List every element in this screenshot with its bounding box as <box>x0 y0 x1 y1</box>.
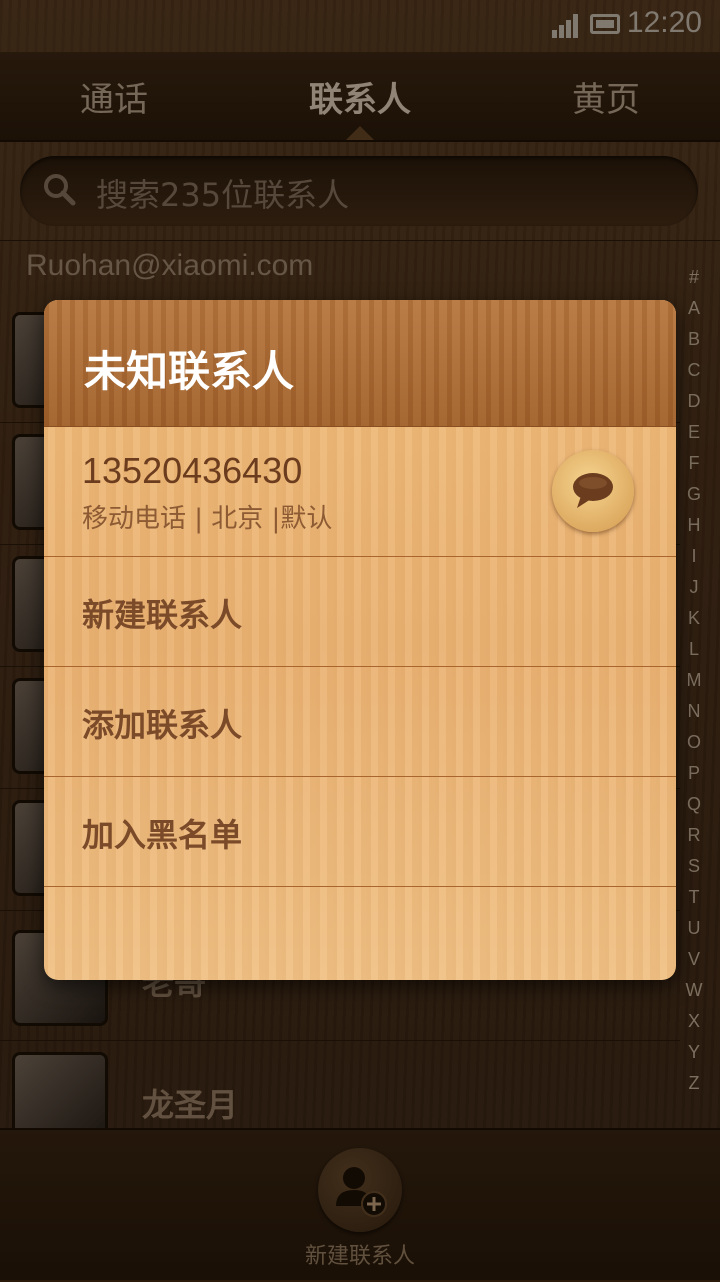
menu-item-new-contact[interactable]: 新建联系人 <box>44 556 676 667</box>
menu-item-blacklist[interactable]: 加入黑名单 <box>44 776 676 887</box>
phone-meta: 移动电话 | 北京 |默认 <box>82 504 333 534</box>
menu-label: 加入黑名单 <box>82 816 243 854</box>
menu-label: 新建联系人 <box>82 596 243 634</box>
menu-item-add-to-contact[interactable]: 添加联系人 <box>44 666 676 777</box>
phone-row[interactable]: 13520436430 移动电话 | 北京 |默认 <box>44 426 676 557</box>
message-bubble-icon <box>573 473 613 508</box>
dialog-title: 未知联系人 <box>84 347 295 396</box>
dialog-header: 未知联系人 <box>44 300 676 427</box>
menu-label: 添加联系人 <box>82 706 243 744</box>
contact-dialog: 未知联系人 13520436430 移动电话 | 北京 |默认 新建联系人 添加… <box>44 300 676 980</box>
phone-number: 13520436430 <box>82 450 303 491</box>
message-button[interactable] <box>552 450 634 532</box>
